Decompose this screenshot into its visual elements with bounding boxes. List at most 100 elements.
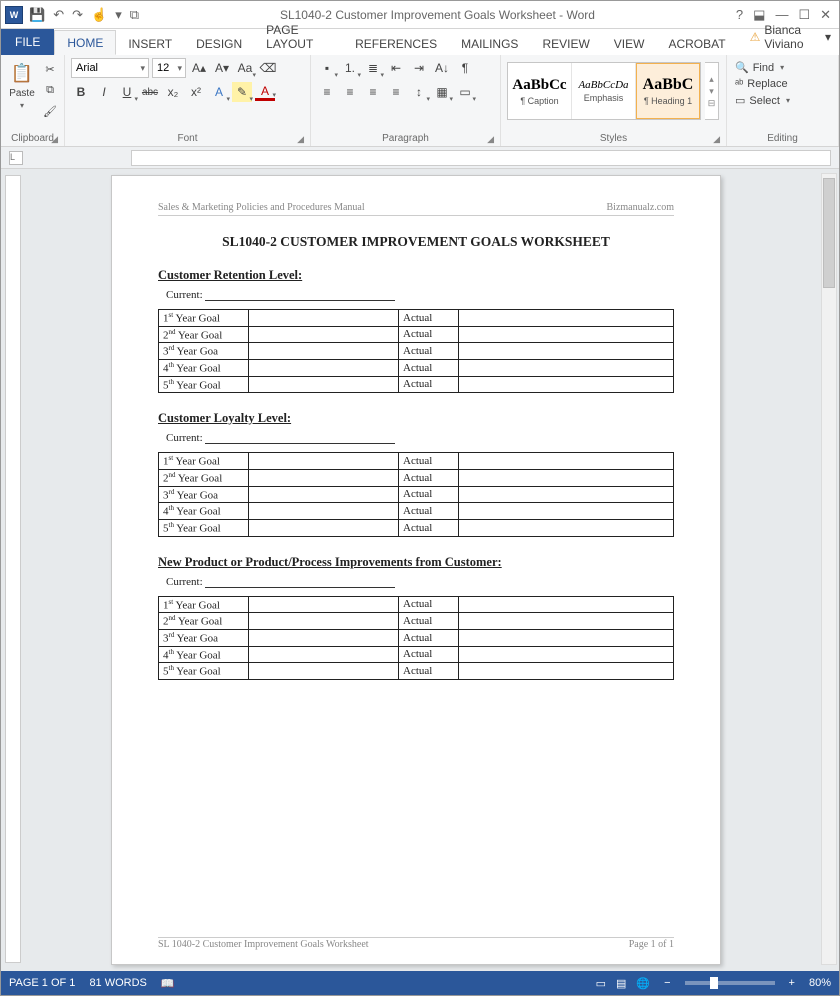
table-row: 5th Year GoalActual <box>159 519 674 536</box>
styles-more-icon[interactable]: ⊟ <box>705 98 718 109</box>
redo-icon[interactable]: ↷ <box>72 7 83 23</box>
zoom-level[interactable]: 80% <box>809 977 831 989</box>
cut-button[interactable]: ✂ <box>41 60 59 78</box>
newdoc-icon[interactable]: ⧉ <box>130 7 139 23</box>
paragraph-launcher-icon[interactable]: ◢ <box>487 134 494 145</box>
view-web-button[interactable]: 🌐 <box>636 977 650 990</box>
header-left: Sales & Marketing Policies and Procedure… <box>158 202 365 213</box>
current-line: Current: <box>166 576 674 588</box>
style-caption[interactable]: AaBbCc ¶ Caption <box>508 63 572 119</box>
current-line: Current: <box>166 289 674 301</box>
tab-user[interactable]: ⚠ Bianca Viviano ▾ <box>738 18 839 55</box>
table-row: 4th Year GoalActual <box>159 503 674 520</box>
change-case-button[interactable]: Aa▾ <box>235 58 255 78</box>
dec-indent-button[interactable]: ⇤ <box>386 58 406 78</box>
group-paragraph: ▪▾ 1.▾ ≣▾ ⇤ ⇥ A↓ ¶ ≡ ≡ ≡ ≡ ↕▾ ▦▾ ▭▾ <box>311 55 501 146</box>
styles-up-icon[interactable]: ▴ <box>705 74 718 85</box>
numbering-button[interactable]: 1.▾ <box>340 58 360 78</box>
tab-pagelayout[interactable]: PAGE LAYOUT <box>254 18 343 55</box>
styles-down-icon[interactable]: ▾ <box>705 86 718 97</box>
table-row: 2nd Year GoalActual <box>159 469 674 486</box>
text-effects-button[interactable]: A▾ <box>209 82 229 102</box>
status-proof-icon[interactable]: 📖 <box>161 977 175 990</box>
bullets-button[interactable]: ▪▾ <box>317 58 337 78</box>
group-clipboard: 📋 Paste ▾ ✂ ⧉ 🖌 Clipboard◢ <box>1 55 65 146</box>
vertical-ruler[interactable] <box>5 175 21 963</box>
zoom-out-button[interactable]: − <box>664 977 670 989</box>
goals-table: 1st Year GoalActual2nd Year GoalActual3r… <box>158 309 674 393</box>
style-emphasis[interactable]: AaBbCcDa Emphasis <box>572 63 636 119</box>
undo-icon[interactable]: ↶ <box>53 7 64 23</box>
line-spacing-button[interactable]: ↕▾ <box>409 82 429 102</box>
clear-format-button[interactable]: ⌫ <box>258 58 278 78</box>
horizontal-ruler[interactable] <box>131 150 831 166</box>
section-heading: Customer Loyalty Level: <box>158 411 674 426</box>
shading-button[interactable]: ▦▾ <box>432 82 452 102</box>
font-launcher-icon[interactable]: ◢ <box>297 134 304 145</box>
shrink-font-button[interactable]: A▾ <box>212 58 232 78</box>
style-heading1[interactable]: AaBbC ¶ Heading 1 <box>636 63 700 119</box>
find-button[interactable]: 🔍Find▾ <box>733 60 792 75</box>
tab-review[interactable]: REVIEW <box>530 32 601 55</box>
ribbon: 📋 Paste ▾ ✂ ⧉ 🖌 Clipboard◢ Arial 12 A▴ A… <box>1 55 839 147</box>
justify-button[interactable]: ≡ <box>386 82 406 102</box>
section-heading: Customer Retention Level: <box>158 268 674 283</box>
paste-label: Paste <box>9 88 35 99</box>
tab-insert[interactable]: INSERT <box>116 32 184 55</box>
select-button[interactable]: ▭Select▾ <box>733 93 792 108</box>
save-icon[interactable]: 💾 <box>29 7 45 23</box>
tab-file[interactable]: FILE <box>1 29 54 55</box>
grow-font-button[interactable]: A▴ <box>189 58 209 78</box>
tab-selector[interactable]: L <box>9 151 23 165</box>
tab-mailings[interactable]: MAILINGS <box>449 32 530 55</box>
footer-right: Page 1 of 1 <box>629 939 674 950</box>
align-left-button[interactable]: ≡ <box>317 82 337 102</box>
strike-button[interactable]: abc <box>140 82 160 102</box>
clipboard-launcher-icon[interactable]: ◢ <box>51 134 58 145</box>
tab-acrobat[interactable]: ACROBAT <box>656 32 737 55</box>
tab-references[interactable]: REFERENCES <box>343 32 449 55</box>
zoom-slider[interactable] <box>685 981 775 985</box>
user-dropdown-icon: ▾ <box>825 30 831 44</box>
tab-home[interactable]: HOME <box>54 30 116 55</box>
superscript-button[interactable]: x² <box>186 82 206 102</box>
align-center-button[interactable]: ≡ <box>340 82 360 102</box>
vertical-scrollbar[interactable] <box>821 173 837 965</box>
copy-button[interactable]: ⧉ <box>41 81 59 99</box>
zoom-knob[interactable] <box>710 977 718 989</box>
goals-table: 1st Year GoalActual2nd Year GoalActual3r… <box>158 452 674 536</box>
scrollbar-thumb[interactable] <box>823 178 835 288</box>
touch-icon[interactable]: ☝ <box>91 7 107 23</box>
font-name-combo[interactable]: Arial <box>71 58 149 78</box>
view-read-button[interactable]: ▭ <box>596 977 606 990</box>
view-print-button[interactable]: ▤ <box>616 977 626 990</box>
borders-button[interactable]: ▭▾ <box>455 82 475 102</box>
underline-button[interactable]: U▾ <box>117 82 137 102</box>
qat-more-icon[interactable]: ▾ <box>115 7 122 23</box>
page[interactable]: Sales & Marketing Policies and Procedure… <box>111 175 721 965</box>
styles-launcher-icon[interactable]: ◢ <box>713 134 720 145</box>
highlight-button[interactable]: ✎▾ <box>232 82 252 102</box>
bold-button[interactable]: B <box>71 82 91 102</box>
show-marks-button[interactable]: ¶ <box>455 58 475 78</box>
tab-design[interactable]: DESIGN <box>184 32 254 55</box>
italic-button[interactable]: I <box>94 82 114 102</box>
sort-button[interactable]: A↓ <box>432 58 452 78</box>
group-clipboard-label: Clipboard◢ <box>7 132 58 146</box>
paste-button[interactable]: 📋 Paste ▾ <box>7 58 37 112</box>
status-page[interactable]: PAGE 1 OF 1 <box>9 977 75 989</box>
zoom-in-button[interactable]: + <box>789 977 795 989</box>
subscript-button[interactable]: x₂ <box>163 82 183 102</box>
multilevel-button[interactable]: ≣▾ <box>363 58 383 78</box>
tab-view[interactable]: VIEW <box>602 32 657 55</box>
replace-button[interactable]: ᵃᵇReplace <box>733 77 792 91</box>
align-right-button[interactable]: ≡ <box>363 82 383 102</box>
font-color-button[interactable]: A▾ <box>255 84 275 101</box>
inc-indent-button[interactable]: ⇥ <box>409 58 429 78</box>
status-words[interactable]: 81 WORDS <box>89 977 146 989</box>
app-icon: W <box>5 6 23 24</box>
format-painter-button[interactable]: 🖌 <box>41 102 59 120</box>
styles-gallery[interactable]: AaBbCc ¶ Caption AaBbCcDa Emphasis AaBbC… <box>507 62 701 120</box>
style-preview: AaBbCcDa <box>578 79 628 91</box>
font-size-combo[interactable]: 12 <box>152 58 186 78</box>
